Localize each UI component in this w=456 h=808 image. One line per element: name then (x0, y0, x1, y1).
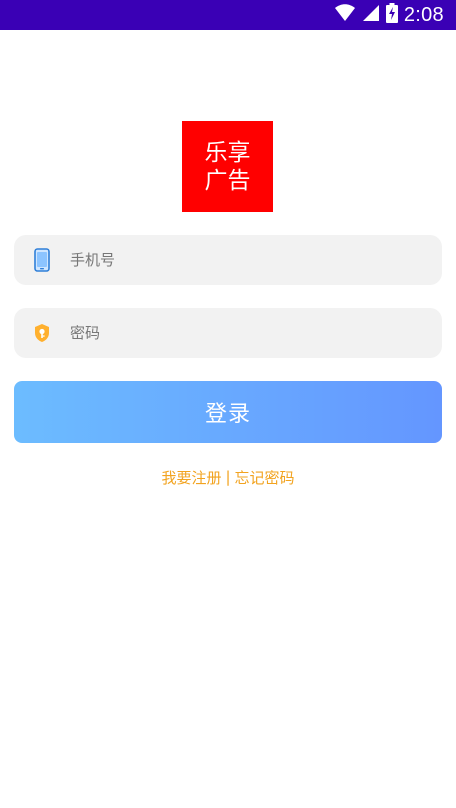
phone-field[interactable] (14, 235, 442, 285)
password-input[interactable] (70, 324, 410, 342)
login-button[interactable]: 登录 (14, 381, 442, 443)
app-logo: 乐享 广告 (182, 121, 273, 212)
phone-icon (14, 248, 70, 272)
logo-text-line2: 广告 (204, 167, 251, 194)
cellular-signal-icon (362, 4, 380, 26)
forgot-password-link[interactable]: 忘记密码 (235, 467, 295, 488)
password-field[interactable] (14, 308, 442, 358)
status-bar: 2:08 (0, 0, 456, 30)
login-button-label: 登录 (204, 402, 251, 427)
status-icons: 2:08 (334, 0, 444, 30)
links-separator: | (225, 468, 231, 486)
wifi-icon (334, 4, 356, 26)
account-links: 我要注册 | 忘记密码 (0, 466, 456, 488)
register-link[interactable]: 我要注册 (161, 467, 221, 488)
key-icon (14, 323, 70, 343)
phone-input[interactable] (70, 251, 410, 269)
logo-text-line1: 乐享 (204, 139, 251, 166)
battery-charging-icon (385, 3, 398, 27)
status-time: 2:08 (403, 4, 444, 26)
